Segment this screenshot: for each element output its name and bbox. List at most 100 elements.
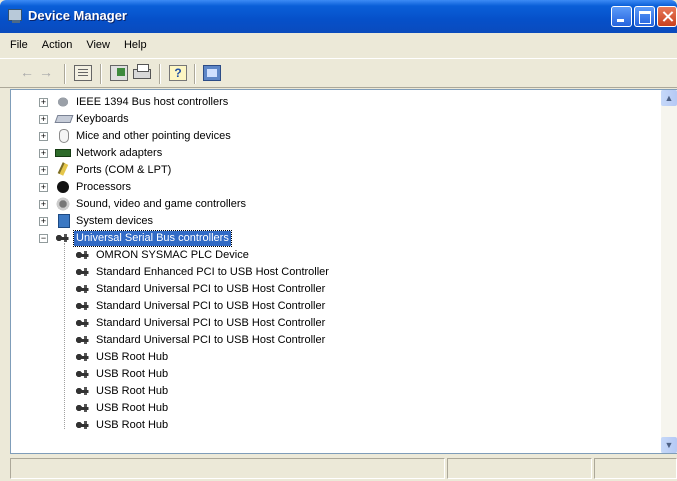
tree-item-sound[interactable]: + Sound, video and game controllers — [11, 196, 651, 213]
update-driver-icon[interactable] — [110, 65, 128, 81]
sound-icon — [55, 197, 71, 211]
port-icon — [57, 162, 69, 176]
status-pane — [10, 458, 445, 479]
tree-item-keyboards[interactable]: + Keyboards — [11, 111, 651, 128]
usb-device-icon — [75, 350, 91, 364]
usb-device-icon — [75, 248, 91, 262]
processor-icon — [57, 181, 69, 193]
usb-device-icon — [75, 401, 91, 415]
usb-device-row[interactable]: USB Root Hub — [11, 417, 651, 434]
usb-device-row[interactable]: OMRON SYSMAC PLC Device — [11, 247, 651, 264]
tree-item-label: Ports (COM & LPT) — [76, 164, 172, 176]
tree-item-system[interactable]: + System devices — [11, 213, 651, 230]
expand-toggle[interactable]: + — [39, 98, 48, 107]
vertical-scrollbar[interactable]: ▲ ▼ — [661, 90, 677, 453]
network-adapter-icon — [55, 149, 71, 157]
back-arrow-icon[interactable]: ← — [18, 64, 36, 80]
expand-toggle[interactable]: + — [39, 132, 48, 141]
keyboard-icon — [54, 115, 74, 123]
usb-device-row[interactable]: Standard Universal PCI to USB Host Contr… — [11, 298, 651, 315]
scroll-down-button[interactable]: ▼ — [661, 437, 677, 453]
toolbar-separator — [64, 64, 66, 84]
scan-hardware-icon[interactable] — [203, 65, 221, 81]
tree-item-label: Sound, video and game controllers — [76, 198, 246, 210]
help-icon[interactable]: ? — [169, 65, 187, 81]
status-bar — [10, 458, 677, 479]
title-bar[interactable]: Device Manager — [0, 0, 677, 33]
usb-device-icon — [75, 367, 91, 381]
tree-item-ports[interactable]: + Ports (COM & LPT) — [11, 162, 651, 179]
usb-device-icon — [75, 418, 91, 432]
menu-help[interactable]: Help — [118, 36, 155, 56]
usb-device-label: USB Root Hub — [96, 419, 169, 431]
mouse-icon — [59, 129, 69, 143]
tree-item-label: System devices — [76, 215, 154, 227]
usb-device-icon — [75, 299, 91, 313]
expand-toggle[interactable]: + — [39, 115, 48, 124]
usb-device-row[interactable]: USB Root Hub — [11, 400, 651, 417]
tree-item-label: IEEE 1394 Bus host controllers — [76, 96, 229, 108]
print-icon[interactable] — [133, 64, 151, 79]
expand-toggle[interactable]: + — [39, 200, 48, 209]
tree-item-processors[interactable]: + Processors — [11, 179, 651, 196]
expand-toggle[interactable]: + — [39, 149, 48, 158]
device-manager-window: Device Manager File Action View Help ← →… — [0, 0, 677, 481]
status-pane — [594, 458, 677, 479]
maximize-button[interactable] — [634, 6, 655, 27]
device-tree[interactable]: + IEEE 1394 Bus host controllers + Keybo… — [10, 89, 677, 454]
forward-arrow-icon[interactable]: → — [37, 64, 55, 80]
window-title: Device Manager — [28, 8, 127, 23]
usb-device-icon — [75, 333, 91, 347]
tree-item-label: Mice and other pointing devices — [76, 130, 231, 142]
usb-device-row[interactable]: USB Root Hub — [11, 349, 651, 366]
tree-item-mice[interactable]: + Mice and other pointing devices — [11, 128, 651, 145]
usb-device-row[interactable]: Standard Universal PCI to USB Host Contr… — [11, 315, 651, 332]
tree-item-label: Network adapters — [76, 147, 163, 159]
properties-icon[interactable] — [74, 65, 92, 81]
expand-toggle[interactable]: + — [39, 217, 48, 226]
tree-item-label: Keyboards — [76, 113, 129, 125]
tree-item-usb-controllers[interactable]: − Universal Serial Bus controllers — [11, 230, 651, 247]
toolbar-separator — [194, 64, 196, 84]
toolbar: ← → ? — [0, 58, 677, 88]
usb-device-icon — [75, 265, 91, 279]
usb-device-label: Standard Universal PCI to USB Host Contr… — [96, 283, 326, 295]
toolbar-separator — [100, 64, 102, 84]
usb-device-label: Standard Universal PCI to USB Host Contr… — [96, 317, 326, 329]
system-devices-icon — [58, 214, 70, 228]
tree-item-label: Universal Serial Bus controllers — [73, 230, 232, 247]
close-button[interactable] — [657, 6, 677, 27]
usb-device-label: OMRON SYSMAC PLC Device — [96, 249, 249, 261]
expand-toggle[interactable]: + — [39, 183, 48, 192]
usb-icon — [55, 231, 71, 245]
usb-device-label: Standard Universal PCI to USB Host Contr… — [96, 300, 326, 312]
usb-device-icon — [75, 282, 91, 296]
usb-device-row[interactable]: Standard Universal PCI to USB Host Contr… — [11, 332, 651, 349]
usb-device-label: USB Root Hub — [96, 402, 169, 414]
usb-device-icon — [75, 384, 91, 398]
menu-file[interactable]: File — [4, 36, 36, 56]
expand-toggle[interactable]: + — [39, 166, 48, 175]
tree-item-label: Processors — [76, 181, 132, 193]
usb-device-row[interactable]: Standard Universal PCI to USB Host Contr… — [11, 281, 651, 298]
usb-device-label: USB Root Hub — [96, 385, 169, 397]
usb-device-label: Standard Enhanced PCI to USB Host Contro… — [96, 266, 329, 278]
scroll-up-button[interactable]: ▲ — [661, 90, 677, 106]
device-manager-icon — [8, 9, 22, 23]
menu-action[interactable]: Action — [36, 36, 81, 56]
usb-device-label: Standard Universal PCI to USB Host Contr… — [96, 334, 326, 346]
firewire-icon — [55, 95, 71, 109]
usb-device-row[interactable]: USB Root Hub — [11, 366, 651, 383]
status-pane — [447, 458, 592, 479]
minimize-button[interactable] — [611, 6, 632, 27]
usb-device-label: USB Root Hub — [96, 368, 169, 380]
collapse-toggle[interactable]: − — [39, 234, 48, 243]
usb-device-row[interactable]: Standard Enhanced PCI to USB Host Contro… — [11, 264, 651, 281]
usb-device-label: USB Root Hub — [96, 351, 169, 363]
toolbar-separator — [159, 64, 161, 84]
usb-device-row[interactable]: USB Root Hub — [11, 383, 651, 400]
tree-item-ieee1394[interactable]: + IEEE 1394 Bus host controllers — [11, 94, 651, 111]
menu-bar: File Action View Help — [4, 36, 155, 56]
tree-item-network[interactable]: + Network adapters — [11, 145, 651, 162]
menu-view[interactable]: View — [80, 36, 118, 56]
